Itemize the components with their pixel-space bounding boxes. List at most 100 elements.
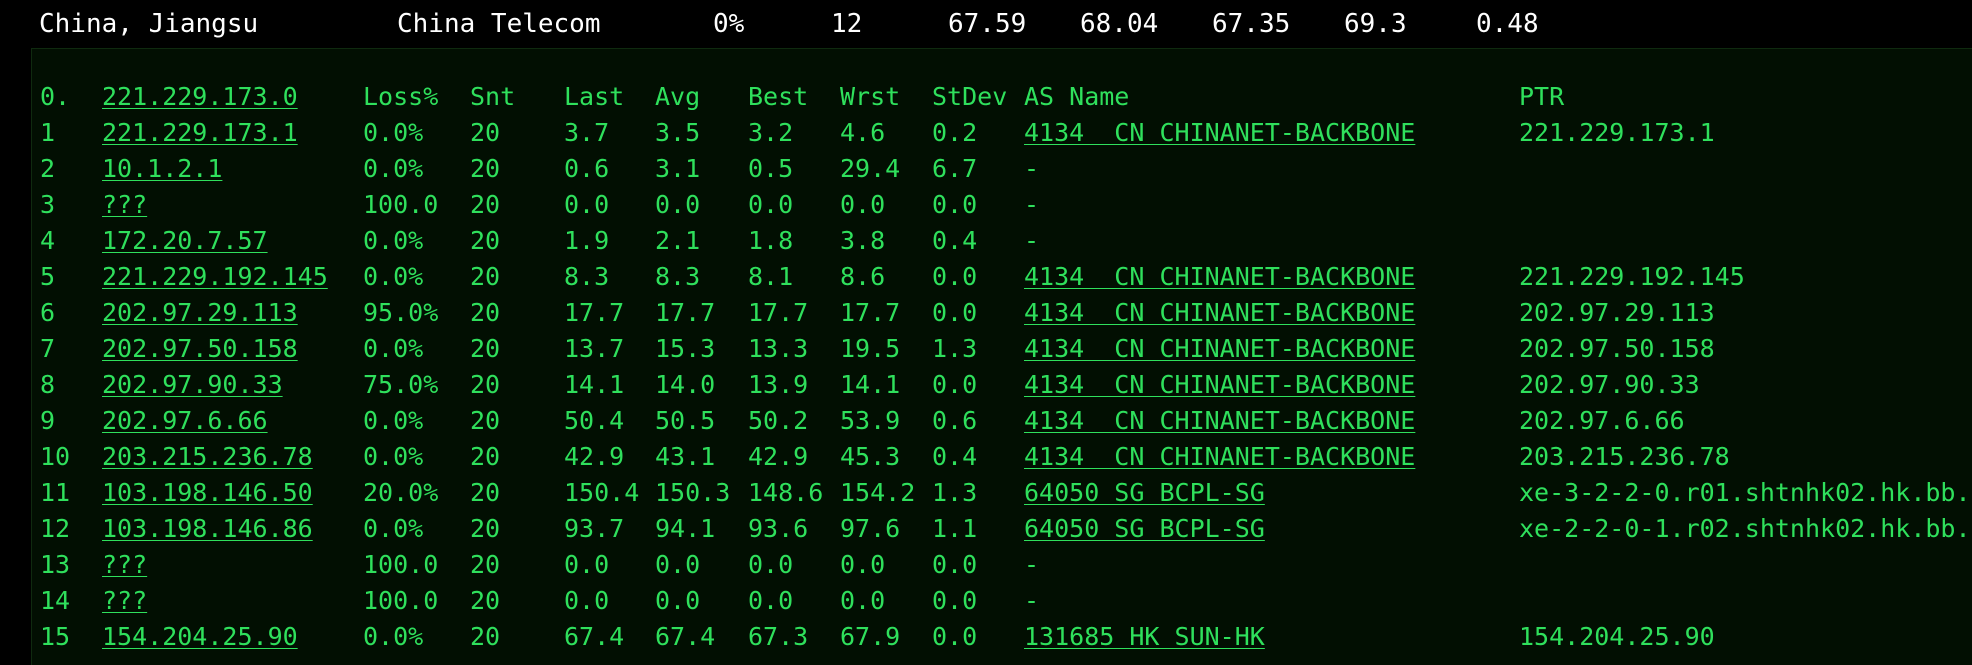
hop-stdev: 0.0 [932, 370, 978, 399]
hop-avg: 0.0 [655, 550, 701, 579]
hop-loss: 0.0% [363, 442, 424, 471]
hop-last: 93.7 [564, 514, 625, 543]
table-row: 5 221.229.192.145 0.0% 20 8.3 8.3 8.1 8.… [32, 259, 1972, 295]
hop-best: 13.3 [748, 334, 809, 363]
hop-wrst: 17.7 [840, 298, 901, 327]
hop-host-link[interactable]: 154.204.25.90 [102, 619, 298, 655]
hop-host-link[interactable]: 172.20.7.57 [102, 223, 268, 259]
hop-loss: 75.0% [363, 370, 439, 399]
header-loss: Loss% [363, 82, 439, 111]
hop-host-link[interactable]: 10.1.2.1 [102, 151, 222, 187]
hop-last: 14.1 [564, 370, 625, 399]
hop-host-link[interactable]: 202.97.29.113 [102, 295, 298, 331]
hop-as: - [1024, 586, 1040, 615]
table-row: 10 203.215.236.78 0.0% 20 42.9 43.1 42.9… [32, 439, 1972, 475]
hop-last: 13.7 [564, 334, 625, 363]
hop-as-link[interactable]: 4134 CN CHINANET-BACKBONE [1024, 259, 1415, 295]
hop-stdev: 0.2 [932, 118, 978, 147]
hop-snt: 20 [470, 442, 501, 471]
table-row: 2 10.1.2.1 0.0% 20 0.6 3.1 0.5 29.4 6.7 … [32, 151, 1972, 187]
hop-number: 8 [40, 370, 56, 399]
hop-host-link[interactable]: ??? [102, 583, 147, 619]
table-row: 3 ??? 100.0 20 0.0 0.0 0.0 0.0 0.0 - [32, 187, 1972, 223]
hop-as-link[interactable]: 64050 SG BCPL-SG [1024, 475, 1265, 511]
hop-as-link[interactable]: 4134 CN CHINANET-BACKBONE [1024, 331, 1415, 367]
header-stdev: StDev [932, 82, 1008, 111]
hop-wrst: 53.9 [840, 406, 901, 435]
hop-loss: 95.0% [363, 298, 439, 327]
hop-as-link[interactable]: 131685 HK SUN-HK [1024, 619, 1265, 655]
hop-wrst: 67.9 [840, 622, 901, 651]
hop-host-link[interactable]: 202.97.50.158 [102, 331, 298, 367]
table-row: 9 202.97.6.66 0.0% 20 50.4 50.5 50.2 53.… [32, 403, 1972, 439]
hop-snt: 20 [470, 622, 501, 651]
hop-stdev: 0.0 [932, 550, 978, 579]
summary-stdev: 0.48 [1476, 9, 1539, 39]
hop-avg: 8.3 [655, 262, 701, 291]
hop-host-link[interactable]: ??? [102, 187, 147, 223]
trace-panel: 0. 221.229.173.0 Loss% Snt Last Avg Best… [31, 48, 1972, 665]
hop-stdev: 1.3 [932, 478, 978, 507]
hop-avg: 43.1 [655, 442, 716, 471]
hop-best: 17.7 [748, 298, 809, 327]
hop-best: 0.5 [748, 154, 794, 183]
hop-last: 1.9 [564, 226, 610, 255]
hop-stdev: 0.4 [932, 226, 978, 255]
hop-stdev: 0.6 [932, 406, 978, 435]
hop-as-link[interactable]: 4134 CN CHINANET-BACKBONE [1024, 403, 1415, 439]
hop-last: 0.0 [564, 190, 610, 219]
hop-wrst: 14.1 [840, 370, 901, 399]
hop-host-link[interactable]: 221.229.173.1 [102, 115, 298, 151]
hop-avg: 17.7 [655, 298, 716, 327]
hop-avg: 94.1 [655, 514, 716, 543]
header-last: Last [564, 82, 625, 111]
header-as-name: AS Name [1024, 82, 1130, 111]
hop-last: 67.4 [564, 622, 625, 651]
hop-last: 3.7 [564, 118, 610, 147]
hop-host-link[interactable]: 203.215.236.78 [102, 439, 313, 475]
hop-wrst: 8.6 [840, 262, 886, 291]
hop-loss: 0.0% [363, 406, 424, 435]
header-wrst: Wrst [840, 82, 901, 111]
hop-best: 13.9 [748, 370, 809, 399]
hop-wrst: 154.2 [840, 478, 916, 507]
header-best: Best [748, 82, 809, 111]
hop-host-link[interactable]: ??? [102, 547, 147, 583]
hop-best: 0.0 [748, 586, 794, 615]
hop-number: 2 [40, 154, 56, 183]
hop-loss: 0.0% [363, 334, 424, 363]
summary-last: 67.59 [948, 9, 1027, 39]
hop-as-link[interactable]: 4134 CN CHINANET-BACKBONE [1024, 367, 1415, 403]
hop-last: 8.3 [564, 262, 610, 291]
hop-loss: 100.0 [363, 190, 439, 219]
summary-isp: China Telecom [397, 9, 601, 39]
summary-location: China, Jiangsu [39, 9, 259, 39]
hop-host-link[interactable]: 103.198.146.50 [102, 475, 313, 511]
hop-host-link[interactable]: 221.229.192.145 [102, 259, 328, 295]
header-host-link[interactable]: 221.229.173.0 [102, 79, 298, 115]
table-row: 1 221.229.173.1 0.0% 20 3.7 3.5 3.2 4.6 … [32, 115, 1972, 151]
hop-as-link[interactable]: 64050 SG BCPL-SG [1024, 511, 1265, 547]
hop-avg: 0.0 [655, 586, 701, 615]
hop-best: 42.9 [748, 442, 809, 471]
table-row: 13 ??? 100.0 20 0.0 0.0 0.0 0.0 0.0 - [32, 547, 1972, 583]
table-row: 7 202.97.50.158 0.0% 20 13.7 15.3 13.3 1… [32, 331, 1972, 367]
hop-as-link[interactable]: 4134 CN CHINANET-BACKBONE [1024, 115, 1415, 151]
table-row: 8 202.97.90.33 75.0% 20 14.1 14.0 13.9 1… [32, 367, 1972, 403]
hop-host-link[interactable]: 103.198.146.86 [102, 511, 313, 547]
hop-stdev: 0.0 [932, 262, 978, 291]
hop-wrst: 3.8 [840, 226, 886, 255]
hop-host-link[interactable]: 202.97.6.66 [102, 403, 268, 439]
hop-snt: 20 [470, 586, 501, 615]
hop-wrst: 45.3 [840, 442, 901, 471]
hop-as-link[interactable]: 4134 CN CHINANET-BACKBONE [1024, 295, 1415, 331]
hop-number: 14 [40, 586, 71, 615]
hop-best: 50.2 [748, 406, 809, 435]
hop-number: 6 [40, 298, 56, 327]
hop-best: 148.6 [748, 478, 824, 507]
hop-host-link[interactable]: 202.97.90.33 [102, 367, 283, 403]
table-row: 11 103.198.146.50 20.0% 20 150.4 150.3 1… [32, 475, 1972, 511]
hop-as-link[interactable]: 4134 CN CHINANET-BACKBONE [1024, 439, 1415, 475]
hop-snt: 20 [470, 298, 501, 327]
hop-loss: 100.0 [363, 586, 439, 615]
